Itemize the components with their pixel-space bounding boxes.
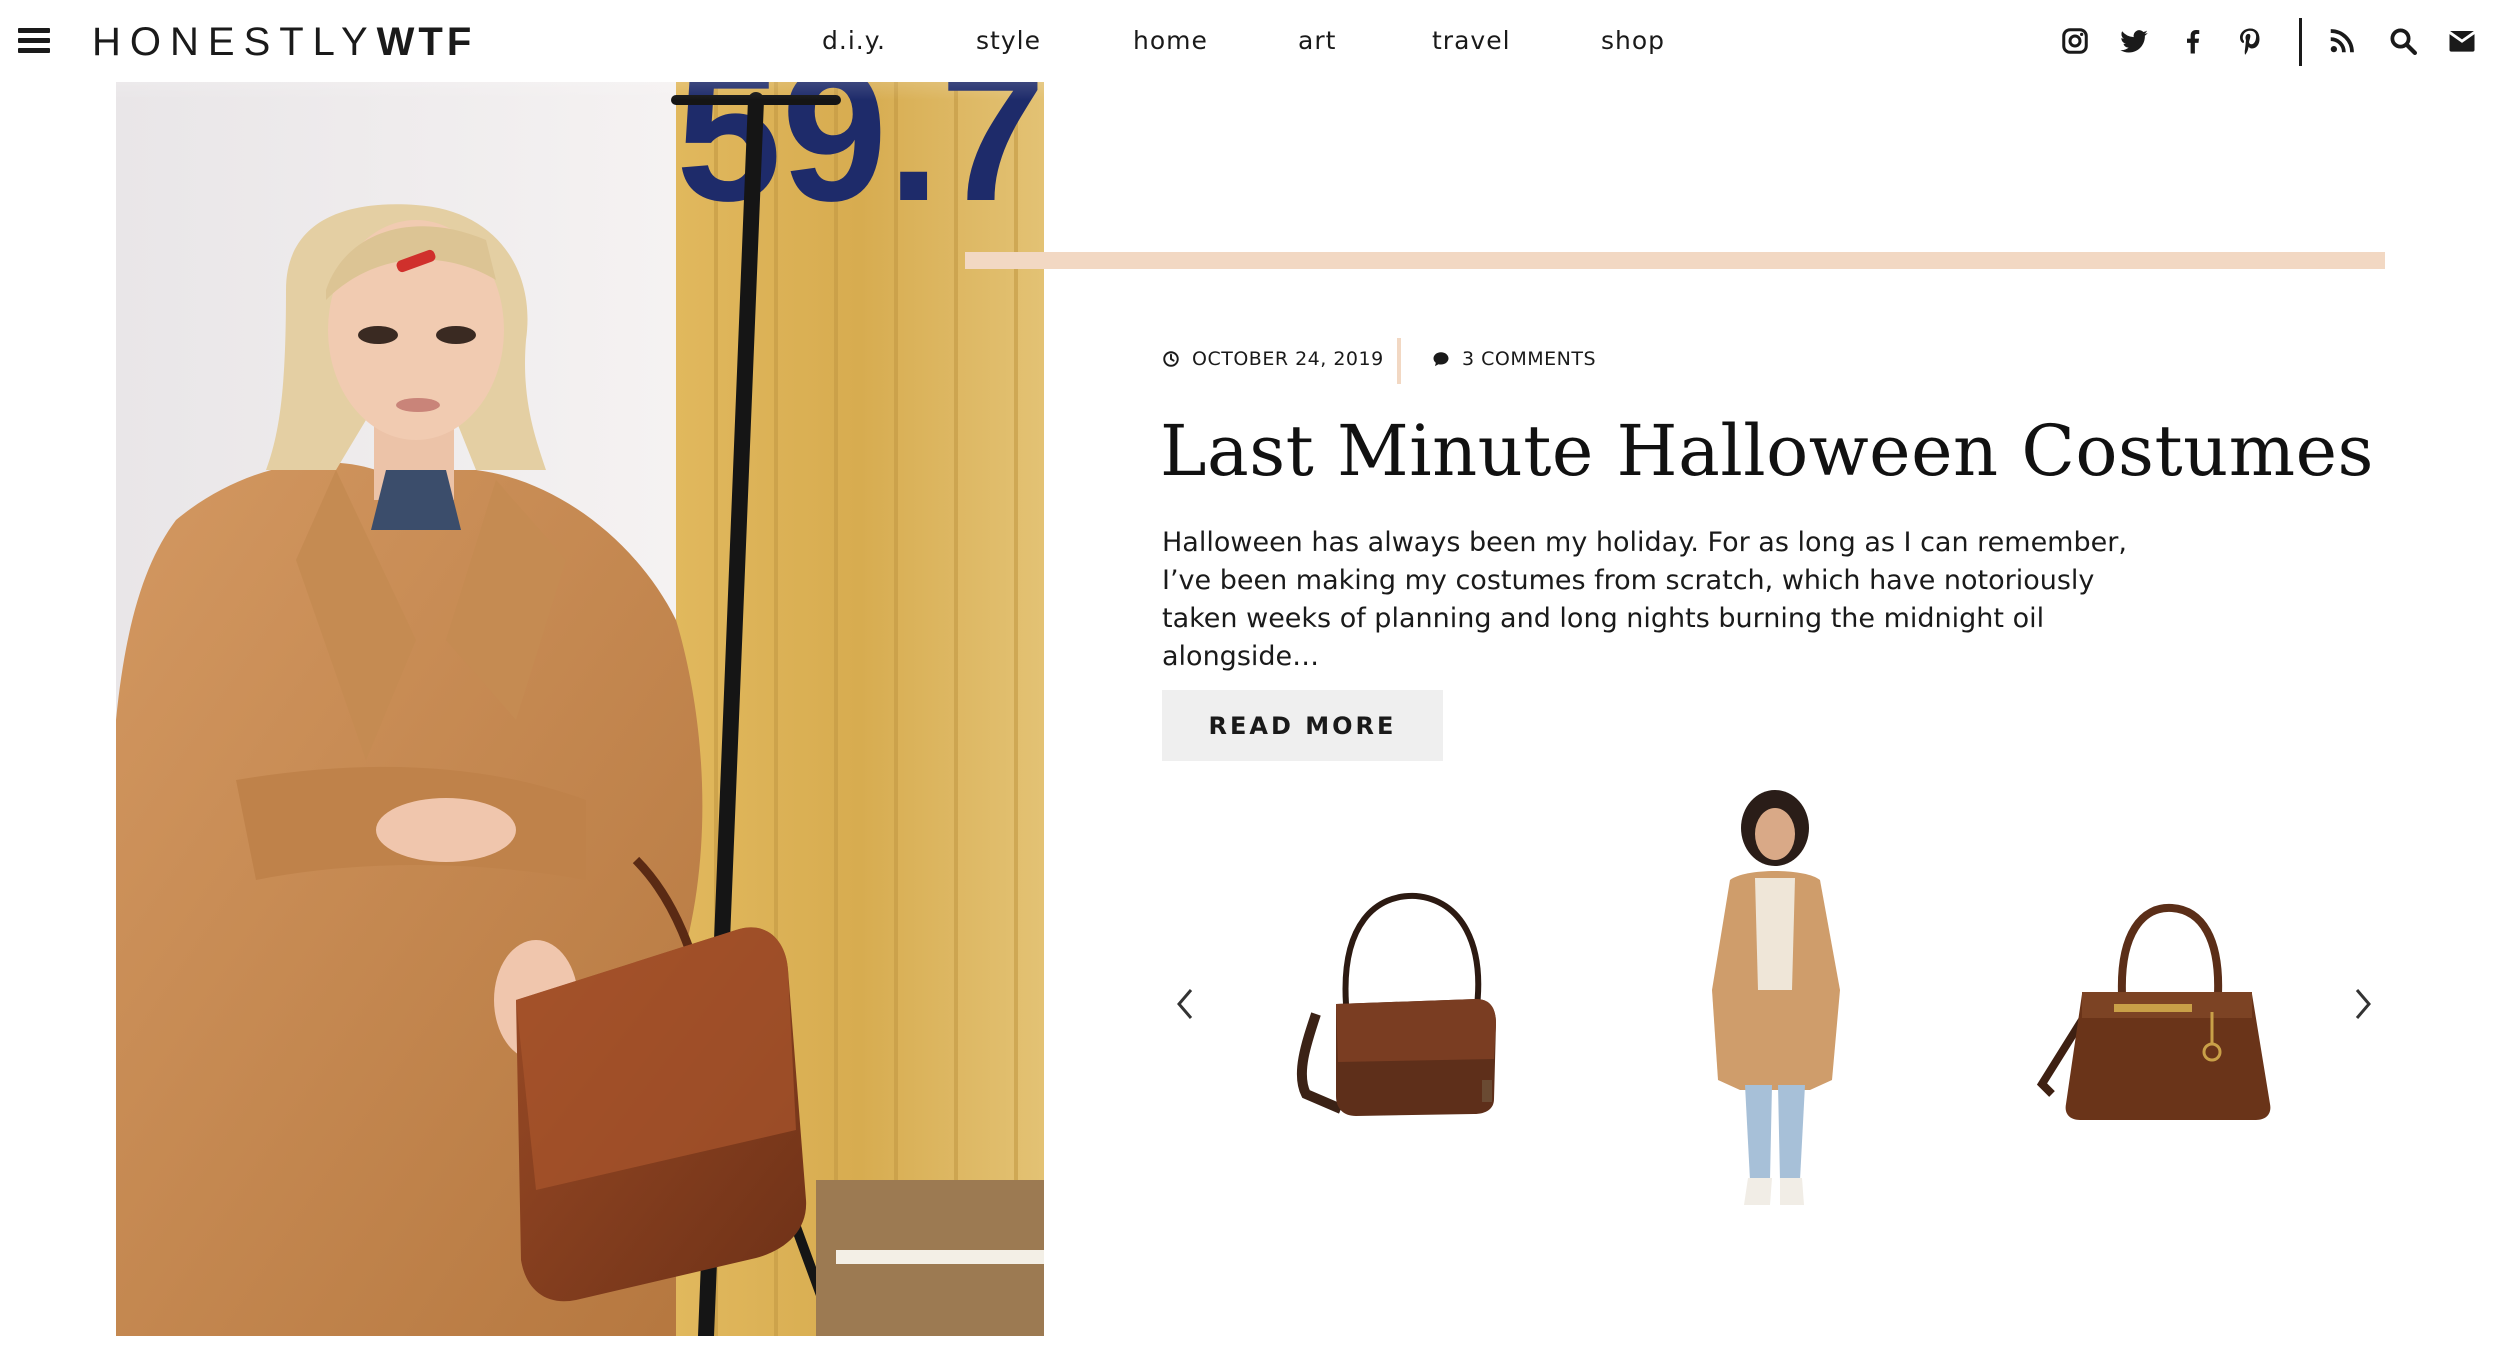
clock-icon — [1163, 351, 1179, 367]
nav-item-style[interactable]: style — [976, 26, 1041, 55]
nav-item-art[interactable]: art — [1298, 26, 1336, 55]
site-logo[interactable]: HONESTLY WTF — [92, 20, 475, 64]
meta-divider — [1397, 338, 1401, 384]
twitter-icon[interactable] — [2117, 24, 2151, 58]
post-date: OCTOBER 24, 2019 — [1162, 348, 1384, 370]
product-teddy-coat-outfit[interactable] — [1700, 790, 1850, 1210]
logo-text-thin: HONESTLY — [92, 19, 377, 64]
post-excerpt: Halloween has always been my holiday. Fo… — [1162, 527, 2127, 672]
header-icon-divider — [2299, 18, 2302, 66]
post-date-text: OCTOBER 24, 2019 — [1192, 348, 1384, 370]
rss-icon[interactable] — [2325, 24, 2359, 58]
post-comments-text: 3 COMMENTS — [1462, 348, 1597, 370]
hamburger-menu-icon[interactable] — [18, 28, 50, 54]
email-icon[interactable] — [2445, 24, 2479, 58]
nav-item-travel[interactable]: travel — [1432, 26, 1511, 55]
chevron-right-icon[interactable] — [2348, 984, 2378, 1024]
facebook-icon[interactable] — [2176, 24, 2210, 58]
post-title[interactable]: Last Minute Halloween Costumes — [1160, 410, 2374, 492]
nav-item-diy[interactable]: d.i.y. — [822, 26, 886, 55]
chevron-left-icon[interactable] — [1170, 984, 1200, 1024]
nav-item-home[interactable]: home — [1133, 26, 1208, 55]
post-comments-link[interactable]: 3 COMMENTS — [1432, 348, 1596, 370]
product-brown-crossbody-bag[interactable] — [1286, 884, 1506, 1124]
search-icon[interactable] — [2386, 24, 2420, 58]
instagram-icon[interactable] — [2058, 24, 2092, 58]
product-brown-top-handle-satchel[interactable] — [2022, 884, 2282, 1124]
pinterest-icon[interactable] — [2233, 24, 2267, 58]
hero-photo[interactable]: 59.7 — [116, 0, 1044, 1336]
nav-item-shop[interactable]: shop — [1601, 26, 1665, 55]
accent-bar — [965, 252, 2385, 269]
comment-icon — [1433, 352, 1449, 367]
read-more-button[interactable]: READ MORE — [1162, 690, 1443, 761]
logo-text-bold: WTF — [376, 19, 476, 64]
site-header: HONESTLY WTF d.i.y. style home art trave… — [0, 0, 2500, 82]
